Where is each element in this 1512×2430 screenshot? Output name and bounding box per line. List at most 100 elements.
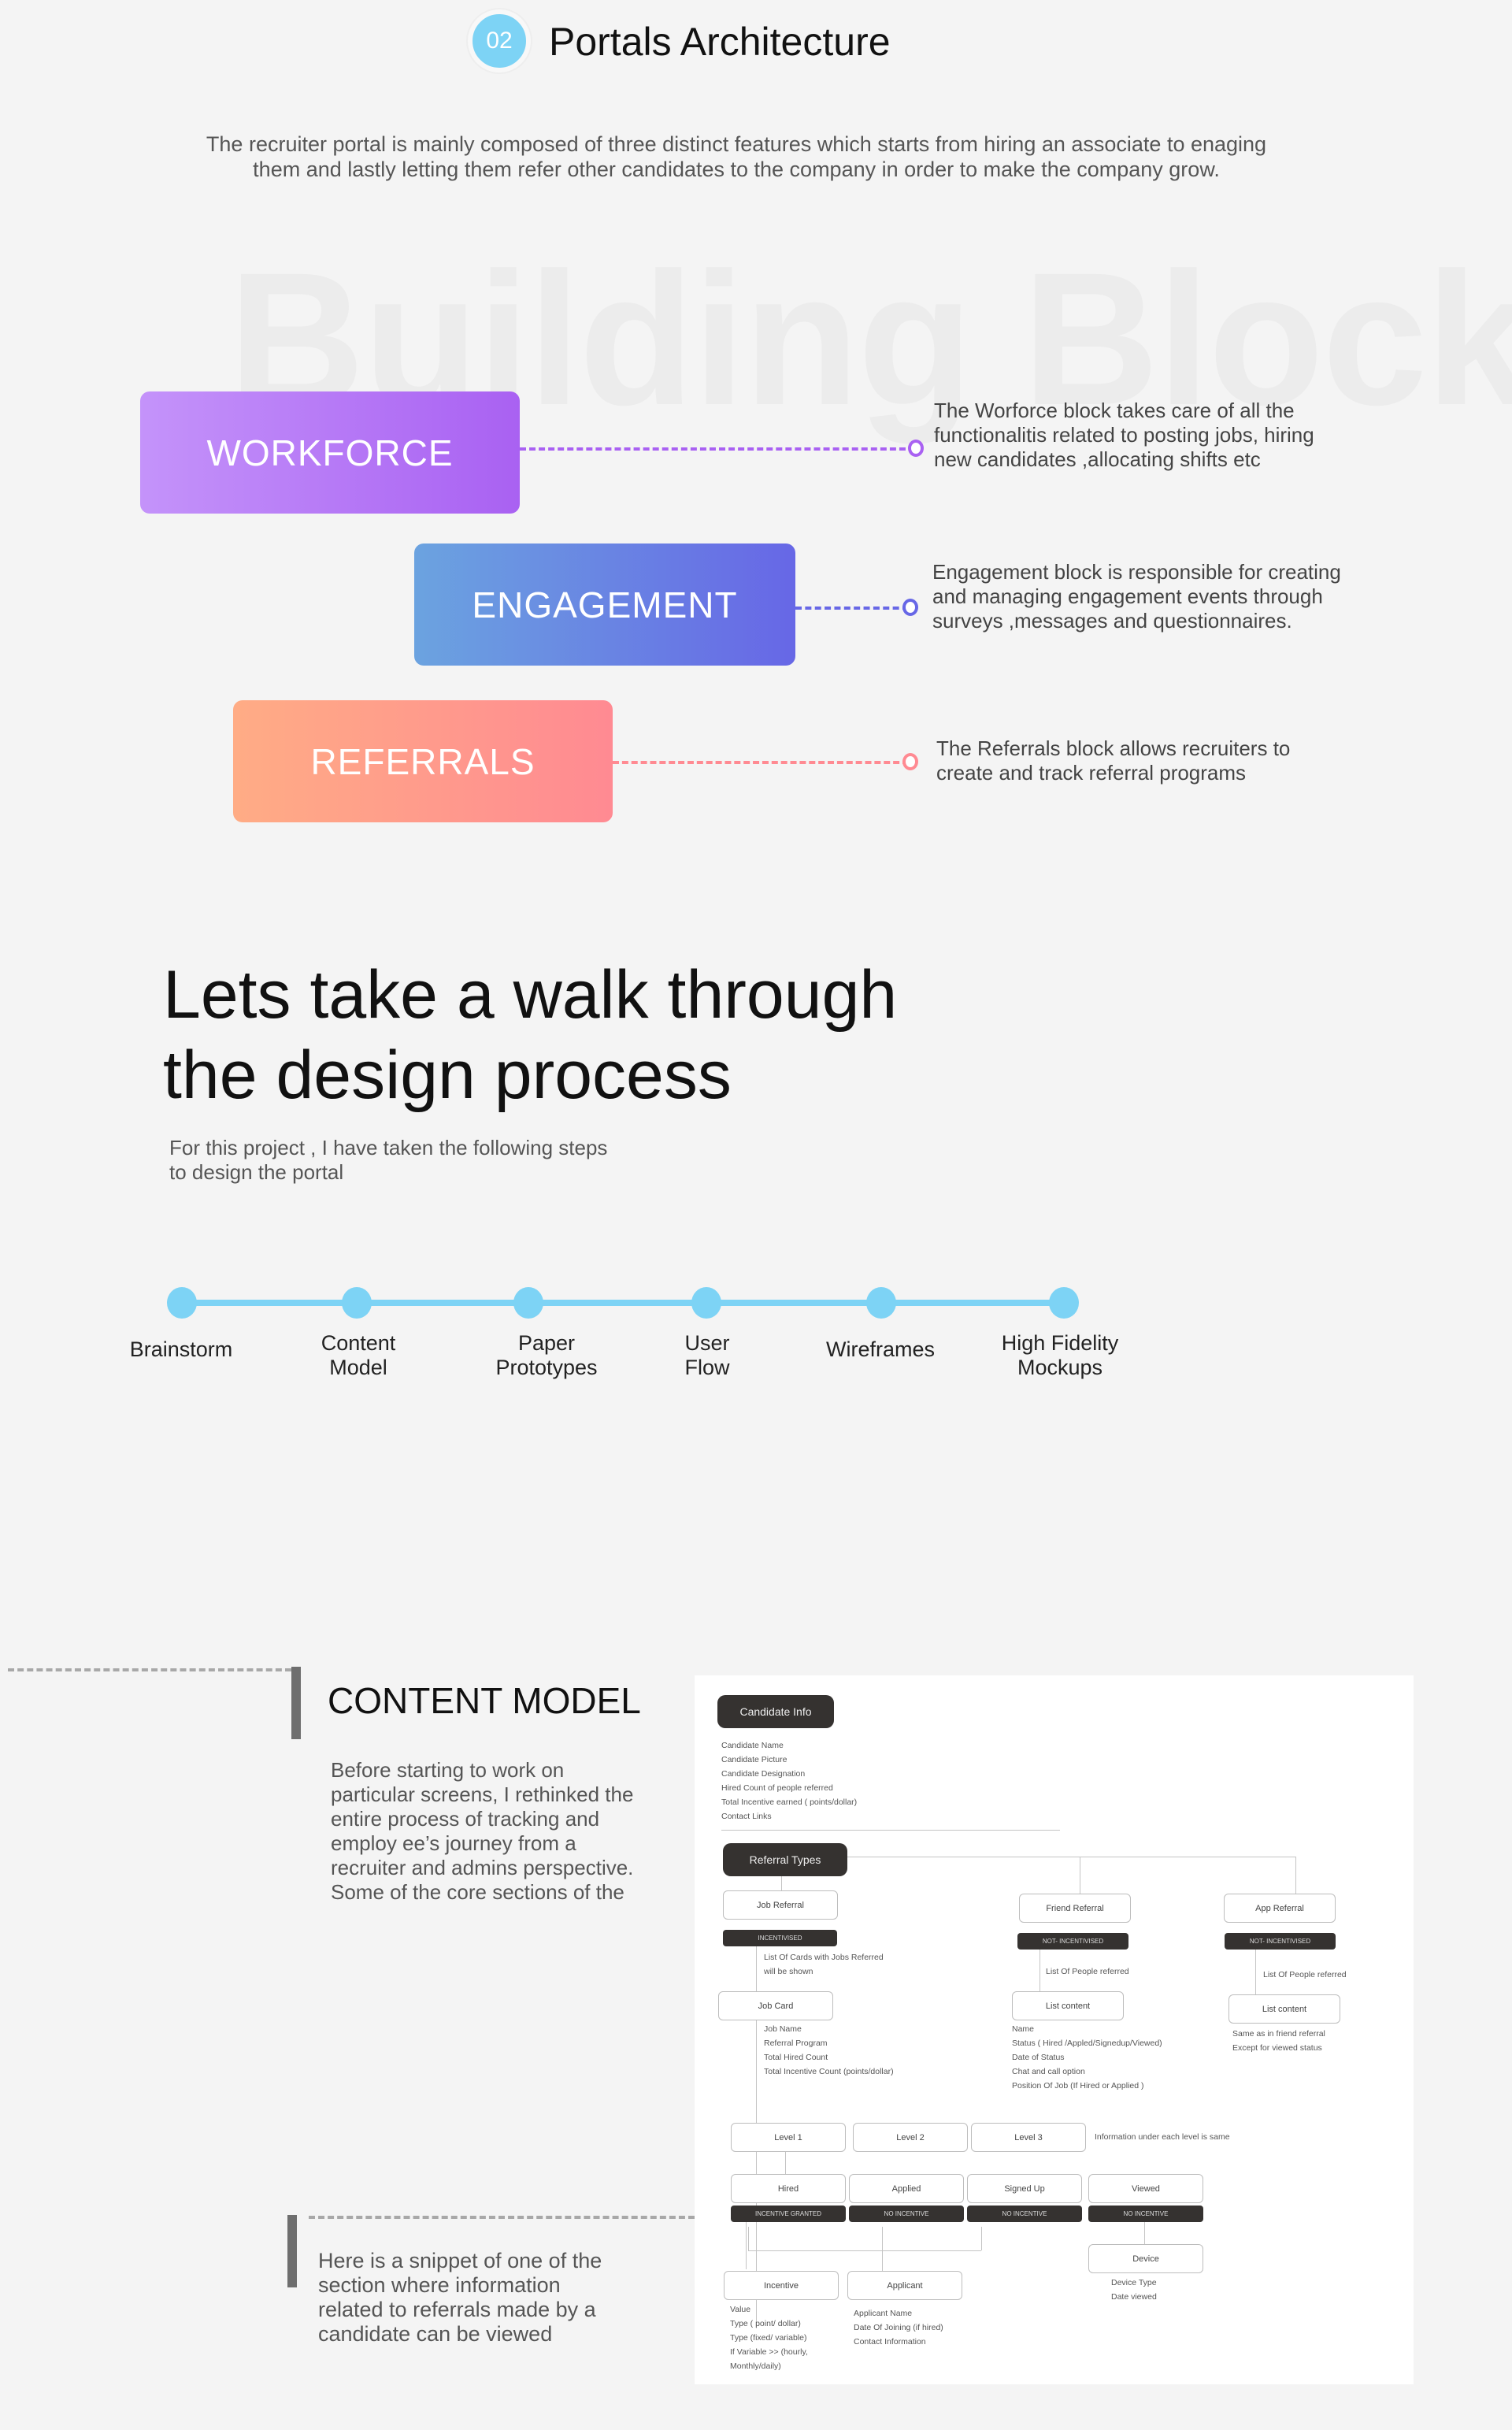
job-referral-note: List Of Cards with Jobs Referred will be…	[764, 1950, 884, 1979]
intro-paragraph: The recruiter portal is mainly composed …	[206, 132, 1267, 181]
status-hired-node: Hired	[731, 2174, 846, 2203]
field: Name	[1012, 2024, 1035, 2034]
field: Date viewed	[1111, 2292, 1157, 2302]
field: Chat and call option	[1012, 2067, 1085, 2076]
workforce-connector-end-icon	[908, 440, 924, 457]
content-model-text: Before starting to work on particular sc…	[331, 1758, 634, 1904]
incentive-granted-tag: INCENTIVE GRANTED	[731, 2206, 846, 2222]
timeline-step-label: High Fidelity Mockups	[973, 1331, 1147, 1380]
step-label-line: High Fidelity	[1001, 1331, 1119, 1355]
applicant-node: Applicant	[847, 2271, 962, 2300]
timeline-step-dot	[513, 1287, 543, 1319]
connector	[1295, 1857, 1296, 1894]
level-3-node: Level 3	[971, 2123, 1086, 2152]
referrals-connector-end-icon	[902, 753, 918, 770]
timeline-step-label: User Flow	[621, 1331, 794, 1380]
incentive-node: Incentive	[724, 2271, 839, 2300]
friend-list-content-node: List content	[1012, 1991, 1124, 2020]
step-label-line: Prototypes	[495, 1356, 598, 1379]
connector	[882, 2250, 981, 2251]
engagement-block: ENGAGEMENT	[414, 544, 795, 666]
job-card-node: Job Card	[718, 1991, 833, 2020]
no-incentive-tag: NO INCENTIVE	[849, 2206, 964, 2222]
applicant-fields: Applicant Name Date Of Joining (if hired…	[854, 2306, 943, 2349]
content-model-diagram: Candidate Info Candidate Name Candidate …	[695, 1675, 1414, 2384]
engagement-connector	[795, 607, 909, 610]
app-list-content-node: List content	[1228, 1994, 1340, 2024]
field: Except for viewed status	[1232, 2043, 1322, 2053]
timeline-step-label: Wireframes	[794, 1337, 967, 1362]
connector	[1255, 1950, 1256, 1994]
candidate-info-node: Candidate Info	[717, 1695, 834, 1728]
timeline-track	[181, 1300, 1063, 1306]
timeline-step-dot	[342, 1287, 372, 1319]
referrals-block: REFERRALS	[233, 700, 613, 822]
connector	[882, 2227, 883, 2271]
status-viewed-node: Viewed	[1088, 2174, 1203, 2203]
step-label-line: Brainstorm	[129, 1337, 233, 1361]
field: Referral Program	[764, 2039, 828, 2048]
field: Date of Status	[1012, 2053, 1065, 2062]
workforce-block: WORKFORCE	[140, 391, 520, 514]
process-subtitle: For this project , I have taken the foll…	[169, 1136, 608, 1184]
not-incentivised-tag: NOT- INCENTIVISED	[1225, 1933, 1336, 1950]
connector	[1144, 2222, 1145, 2244]
timeline-step-label: Paper Prototypes	[460, 1331, 633, 1380]
workforce-description: The Worforce block takes care of all the…	[934, 399, 1314, 471]
connector	[785, 2152, 786, 2174]
page-title: Portals Architecture	[549, 20, 891, 64]
incentivised-tag: INCENTIVISED	[723, 1930, 837, 1946]
status-signed-up-node: Signed Up	[967, 2174, 1082, 2203]
friend-referral-note: List Of People referred	[1046, 1967, 1129, 1976]
field: Candidate Designation	[721, 1769, 806, 1779]
content-model-title: CONTENT MODEL	[328, 1680, 641, 1721]
level-2-node: Level 2	[853, 2123, 968, 2152]
levels-note: Information under each level is same	[1095, 2132, 1230, 2142]
app-list-fields: Same as in friend referral Except for vi…	[1232, 2027, 1325, 2055]
step-label-line: Model	[329, 1356, 387, 1379]
field: Date Of Joining (if hired)	[854, 2323, 943, 2332]
referral-types-node: Referral Types	[723, 1843, 847, 1876]
no-incentive-tag: NO INCENTIVE	[967, 2206, 1082, 2222]
field: Status ( Hired /Appled/Signedup/Viewed)	[1012, 2039, 1162, 2048]
process-title-line-2: the design process	[163, 1037, 732, 1113]
referrals-connector	[613, 761, 909, 764]
field: Candidate Name	[721, 1741, 784, 1750]
note-line: will be shown	[764, 1967, 813, 1976]
divider	[721, 1830, 1060, 1831]
timeline-step-dot	[691, 1287, 721, 1319]
field: Monthly/daily)	[730, 2361, 781, 2371]
field: Contact Links	[721, 1812, 772, 1821]
snippet-accent-bar	[287, 2215, 297, 2287]
timeline-step-label: Brainstorm	[94, 1337, 268, 1362]
candidate-info-fields: Candidate Name Candidate Picture Candida…	[721, 1738, 857, 1823]
timeline-step-label: Content Model	[272, 1331, 445, 1380]
snippet-text: Here is a snippet of one of the section …	[318, 2249, 602, 2346]
field: Applicant Name	[854, 2309, 913, 2318]
engagement-description: Engagement block is responsible for crea…	[932, 560, 1341, 633]
note-line: List Of Cards with Jobs Referred	[764, 1953, 884, 1962]
field: Position Of Job (If Hired or Applied )	[1012, 2081, 1144, 2091]
step-label-line: Mockups	[1017, 1356, 1103, 1379]
field: Job Name	[764, 2024, 802, 2034]
connector	[748, 2250, 882, 2251]
field: Total Incentive Count (points/dollar)	[764, 2067, 894, 2076]
job-referral-node: Job Referral	[723, 1890, 838, 1920]
field: Candidate Picture	[721, 1755, 788, 1764]
level-1-node: Level 1	[731, 2123, 846, 2152]
status-applied-node: Applied	[849, 2174, 964, 2203]
step-label-line: Content	[321, 1331, 396, 1355]
field: Hired Count of people referred	[721, 1783, 833, 1793]
content-model-dashed-connector	[8, 1668, 291, 1671]
section-number-badge: 02	[468, 9, 531, 72]
step-label-line: Wireframes	[825, 1337, 935, 1361]
not-incentivised-tag: NOT- INCENTIVISED	[1017, 1933, 1128, 1950]
connector	[748, 2227, 749, 2250]
process-title: Lets take a walk through the design proc…	[163, 955, 897, 1115]
step-label-line: User	[684, 1331, 730, 1355]
snippet-dashed-connector	[309, 2216, 695, 2219]
field: Contact Information	[854, 2337, 926, 2347]
field: Total Incentive earned ( points/dollar)	[721, 1797, 858, 1807]
workforce-connector	[520, 447, 915, 451]
step-label-line: Flow	[684, 1356, 730, 1379]
